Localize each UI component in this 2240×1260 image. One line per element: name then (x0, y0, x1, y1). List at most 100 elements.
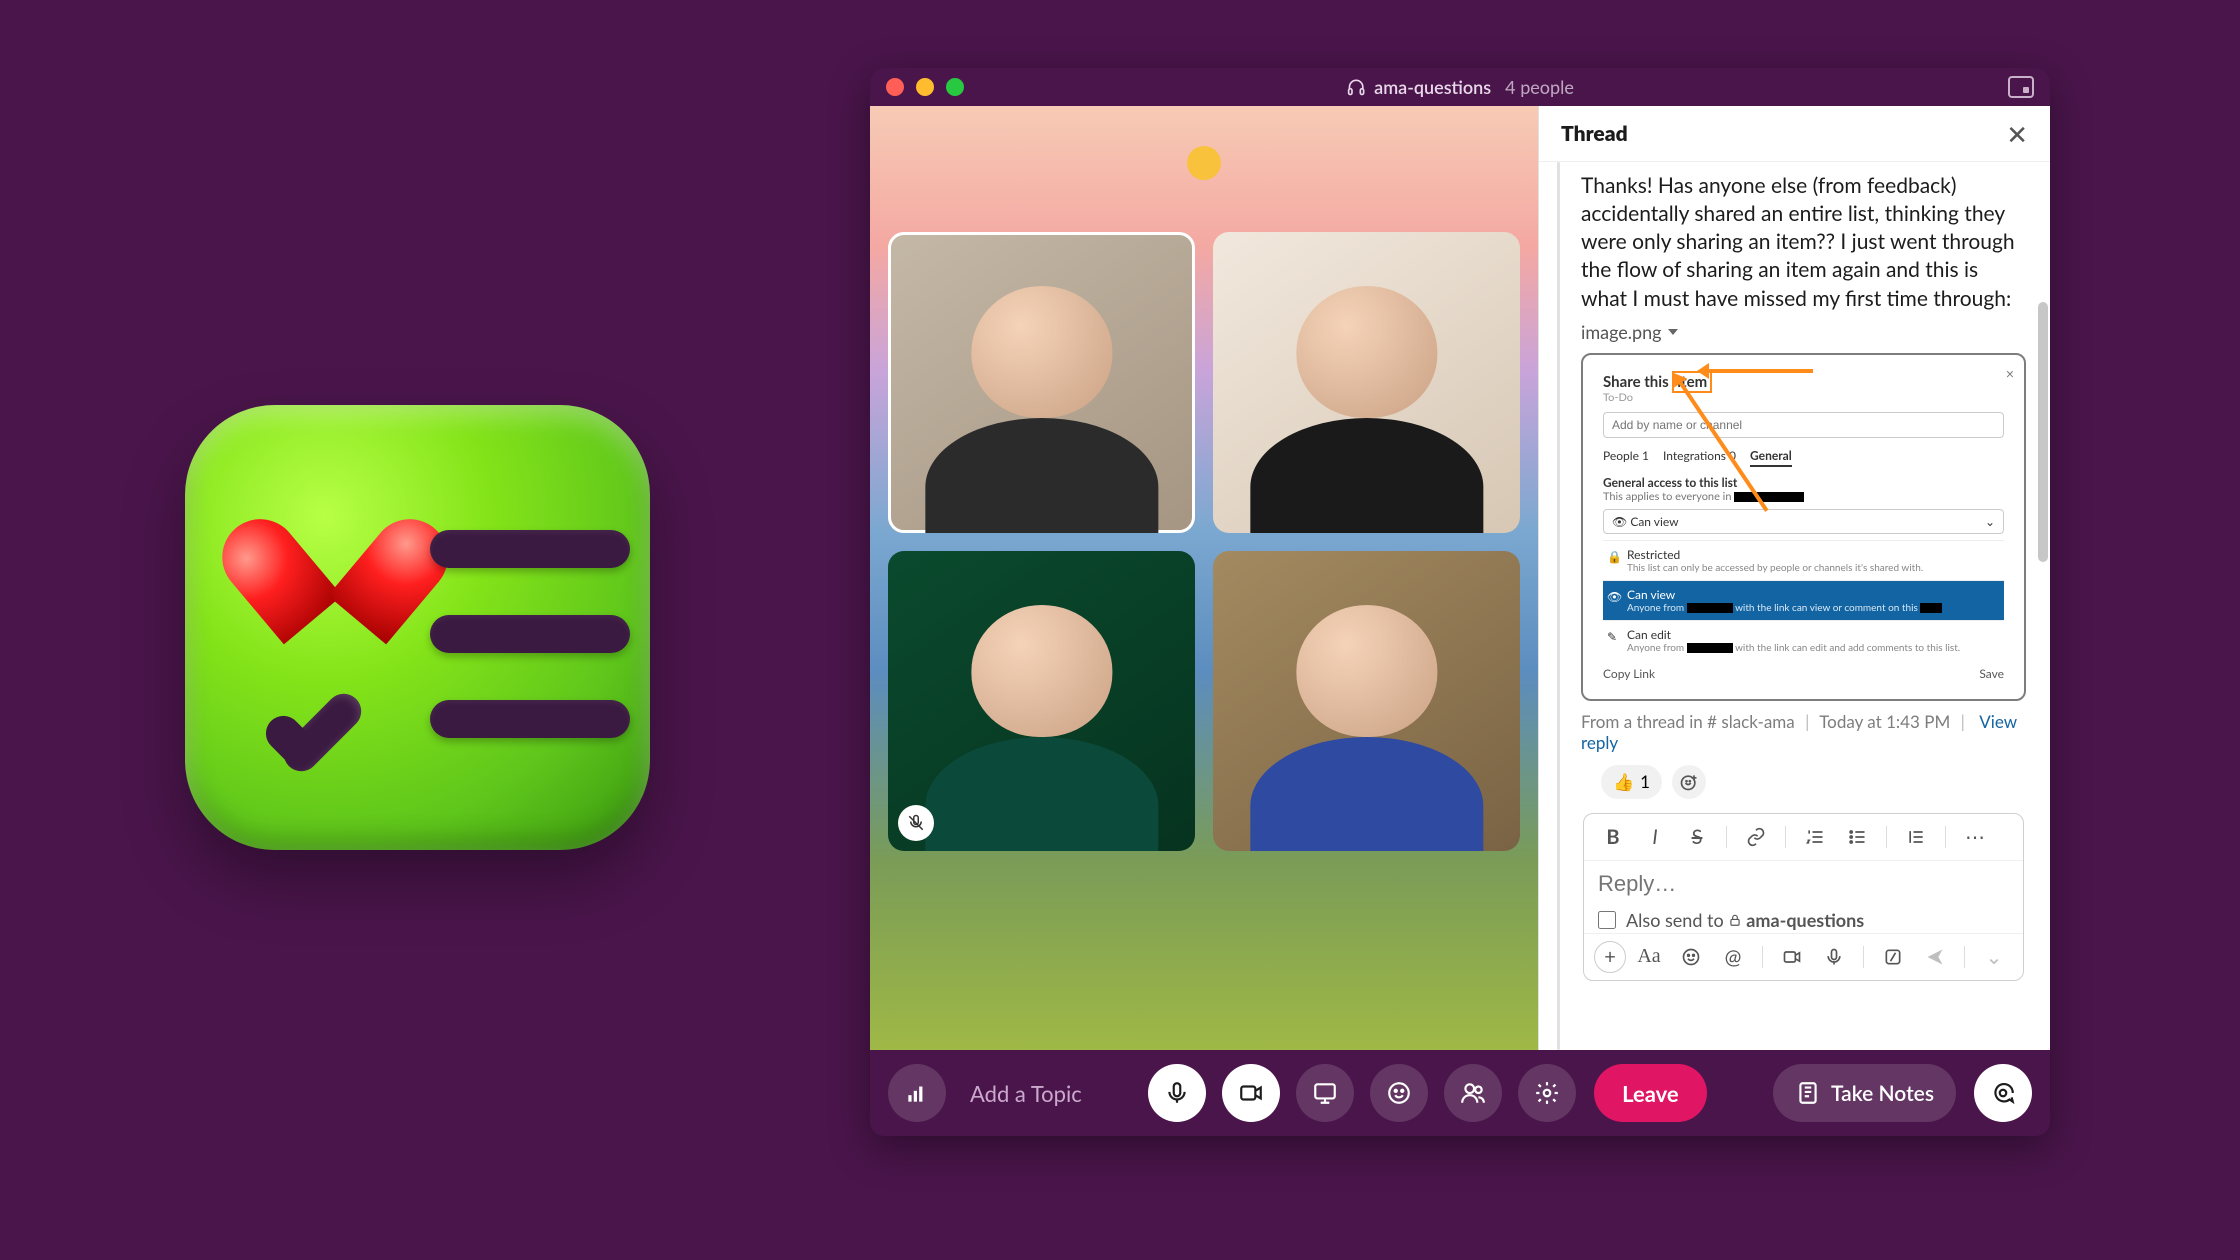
add-topic-input[interactable]: Add a Topic (970, 1080, 1082, 1107)
thread-icon (1990, 1080, 2016, 1106)
thread-toggle-button[interactable] (1974, 1064, 2032, 1122)
list-line (430, 700, 630, 738)
mention-button[interactable]: @ (1714, 940, 1752, 974)
mic-icon (1164, 1080, 1190, 1106)
mute-button[interactable] (1148, 1064, 1206, 1122)
share-subtitle: To-Do (1603, 391, 2004, 404)
participant-tile[interactable] (888, 232, 1195, 533)
reaction-pill[interactable]: 👍 1 (1601, 765, 1662, 799)
bold-button[interactable]: B (1594, 820, 1632, 854)
reaction-count: 1 (1640, 771, 1650, 792)
signal-icon (904, 1080, 930, 1106)
share-tab-general: General (1750, 448, 1792, 467)
take-notes-button[interactable]: Take Notes (1773, 1064, 1956, 1122)
attachment-image[interactable]: × Share this item To-Do People 1 Integra… (1581, 353, 2026, 701)
send-options-button[interactable]: ⌄ (1975, 940, 2013, 974)
reply-input[interactable] (1584, 861, 2023, 907)
mic-off-icon (907, 814, 925, 832)
share-name-input (1603, 412, 2004, 438)
blockquote-button[interactable] (1897, 820, 1935, 854)
huddle-window: ama-questions 4 people T (870, 68, 2050, 1136)
pop-out-icon[interactable] (2008, 76, 2034, 98)
notes-icon (1795, 1080, 1821, 1106)
settings-button[interactable] (1518, 1064, 1576, 1122)
copy-link: Copy Link (1603, 666, 1655, 681)
also-send-checkbox[interactable]: Also send to ama-questions (1584, 907, 2023, 933)
link-icon (1746, 827, 1766, 847)
attachment-filename[interactable]: image.png (1571, 321, 2036, 343)
list-line (430, 530, 630, 568)
gear-icon (1534, 1080, 1560, 1106)
formatting-toolbar: B I S (1584, 814, 2023, 861)
italic-button[interactable]: I (1636, 820, 1674, 854)
check-icon (265, 675, 405, 775)
emoji-icon (1386, 1080, 1412, 1106)
save-button-mock: Save (1979, 666, 2004, 681)
window-zoom[interactable] (946, 78, 964, 96)
window-close[interactable] (886, 78, 904, 96)
ordered-list-icon (1805, 827, 1825, 847)
window-titlebar: ama-questions 4 people (870, 68, 2050, 106)
emoji-icon (1681, 947, 1701, 967)
send-icon (1925, 947, 1945, 967)
sun-decoration (1187, 146, 1221, 180)
signal-button[interactable] (888, 1064, 946, 1122)
bullet-list-icon (1847, 827, 1867, 847)
format-toggle-button[interactable]: Aa (1630, 940, 1668, 974)
video-icon (1782, 947, 1802, 967)
thread-gutter (1557, 162, 1560, 1050)
participant-tile[interactable] (888, 551, 1195, 852)
also-send-label: Also send to ama-questions (1626, 909, 1864, 931)
more-formatting-button[interactable]: ⋯ (1956, 820, 1994, 854)
share-tab-people: People 1 (1603, 448, 1649, 467)
share-option-can-edit: ✎ Can edit Anyone from with the link can… (1603, 620, 2004, 660)
share-title-prefix: Share this (1603, 373, 1669, 391)
audio-clip-button[interactable] (1815, 940, 1853, 974)
slash-command-button[interactable] (1874, 940, 1912, 974)
bullet-list-button[interactable] (1838, 820, 1876, 854)
app-icon (185, 405, 650, 850)
people-count: 4 people (1505, 76, 1574, 98)
share-section-title: General access to this list (1603, 475, 2004, 490)
share-option-restricted: 🔒 Restricted This list can only be acces… (1603, 540, 2004, 580)
attach-button[interactable]: + (1594, 941, 1626, 973)
share-tabs: People 1 Integrations 0 General (1603, 448, 2004, 467)
close-thread-button[interactable]: ✕ (2006, 121, 2028, 147)
lock-icon: ama-questions (1728, 909, 1864, 931)
scrollbar-thumb[interactable] (2038, 302, 2048, 562)
strike-button[interactable]: S (1678, 820, 1716, 854)
heart-icon (275, 500, 415, 620)
screen-share-icon (1312, 1080, 1338, 1106)
camera-icon (1238, 1080, 1264, 1106)
chevron-down-icon (1668, 329, 1678, 335)
link-button[interactable] (1737, 820, 1775, 854)
reply-composer: B I S (1583, 813, 2024, 981)
invite-button[interactable] (1444, 1064, 1502, 1122)
ordered-list-button[interactable] (1796, 820, 1834, 854)
message-time: Today at 1:43 PM (1819, 711, 1950, 732)
source-channel[interactable]: slack-ama (1721, 711, 1794, 732)
can-view-select: 👁 Can view⌄ (1603, 509, 2004, 534)
huddle-title[interactable]: ama-questions 4 people (1346, 76, 1574, 98)
attachment-close-icon: × (2006, 365, 2014, 382)
annotation-arrow (1703, 369, 1813, 373)
also-send-box[interactable] (1598, 911, 1616, 929)
reaction-button[interactable] (1370, 1064, 1428, 1122)
mic-icon (1824, 947, 1844, 967)
emoji-button[interactable] (1672, 940, 1710, 974)
add-reaction-button[interactable] (1672, 765, 1706, 799)
window-minimize[interactable] (916, 78, 934, 96)
camera-button[interactable] (1222, 1064, 1280, 1122)
reaction-emoji: 👍 (1613, 771, 1634, 793)
headphones-icon (1346, 77, 1366, 97)
video-clip-button[interactable] (1773, 940, 1811, 974)
muted-indicator (898, 805, 934, 841)
add-reaction-icon (1679, 772, 1699, 792)
send-button[interactable] (1916, 940, 1954, 974)
share-screen-button[interactable] (1296, 1064, 1354, 1122)
participant-tile[interactable] (1213, 551, 1520, 852)
leave-button[interactable]: Leave (1594, 1064, 1707, 1122)
thread-meta: From a thread in # slack-ama | Today at … (1571, 711, 2036, 753)
thread-header: Thread (1561, 121, 1628, 146)
participant-tile[interactable] (1213, 232, 1520, 533)
